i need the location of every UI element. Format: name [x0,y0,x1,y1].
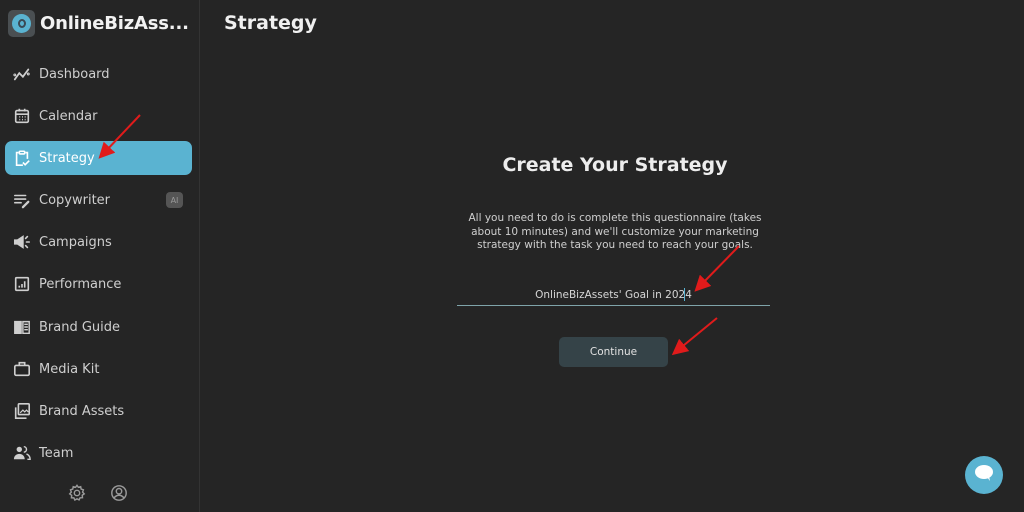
images-icon [12,401,32,421]
sidebar-item-label: Calendar [39,108,98,124]
sidebar-item-label: Strategy [39,150,95,166]
chat-button[interactable] [965,456,1003,494]
sidebar-item-calendar[interactable]: Calendar [5,99,192,133]
brand[interactable]: OnlineBizAss... [8,10,189,37]
annotation-arrow-continue [671,317,718,356]
sidebar-item-label: Campaigns [39,234,112,250]
gear-icon[interactable] [68,484,86,506]
user-circle-icon[interactable] [110,484,128,506]
clipboard-check-icon [12,148,32,168]
sidebar-item-label: Brand Assets [39,403,125,419]
sidebar-item-label: Team [39,445,74,461]
ai-badge: AI [166,192,183,208]
chat-bubble-icon [974,464,994,486]
book-icon [12,317,32,337]
sidebar-item-brand-guide[interactable]: Brand Guide [5,310,192,344]
sidebar-item-copywriter[interactable]: Copywriter AI [5,183,192,217]
brand-name: OnlineBizAss... [40,13,189,34]
sidebar-item-label: Media Kit [39,361,100,377]
sidebar: OnlineBizAss... Dashboard Calendar Strat… [0,0,200,512]
megaphone-icon [12,232,32,252]
sidebar-footer [68,484,128,506]
page-title: Strategy [224,12,317,34]
calendar-icon [12,106,32,126]
strategy-description: All you need to do is complete this ques… [468,212,762,251]
briefcase-icon [12,359,32,379]
goal-input[interactable] [457,284,770,306]
sidebar-item-campaigns[interactable]: Campaigns [5,225,192,259]
trend-icon [12,64,32,84]
sidebar-item-brand-assets[interactable]: Brand Assets [5,394,192,428]
sidebar-item-label: Brand Guide [39,319,121,335]
brand-logo-icon [8,10,35,37]
strategy-intro: Create Your Strategy All you need to do … [440,150,790,253]
sidebar-item-performance[interactable]: Performance [5,267,192,301]
continue-button[interactable]: Continue [559,337,668,367]
goal-input-wrapper [457,283,770,306]
sidebar-item-strategy[interactable]: Strategy [5,141,192,175]
text-caret [684,288,685,301]
create-strategy-title: Create Your Strategy [502,154,728,176]
bar-chart-icon [12,274,32,294]
sidebar-item-media-kit[interactable]: Media Kit [5,352,192,386]
app-window: OnlineBizAss... Dashboard Calendar Strat… [0,0,1024,512]
sidebar-item-dashboard[interactable]: Dashboard [5,57,192,91]
sidebar-item-label: Performance [39,276,122,292]
pen-lines-icon [12,190,32,210]
sidebar-item-team[interactable]: Team [5,436,192,470]
sidebar-item-label: Dashboard [39,66,110,82]
sidebar-item-label: Copywriter [39,192,111,208]
users-icon [12,443,32,463]
